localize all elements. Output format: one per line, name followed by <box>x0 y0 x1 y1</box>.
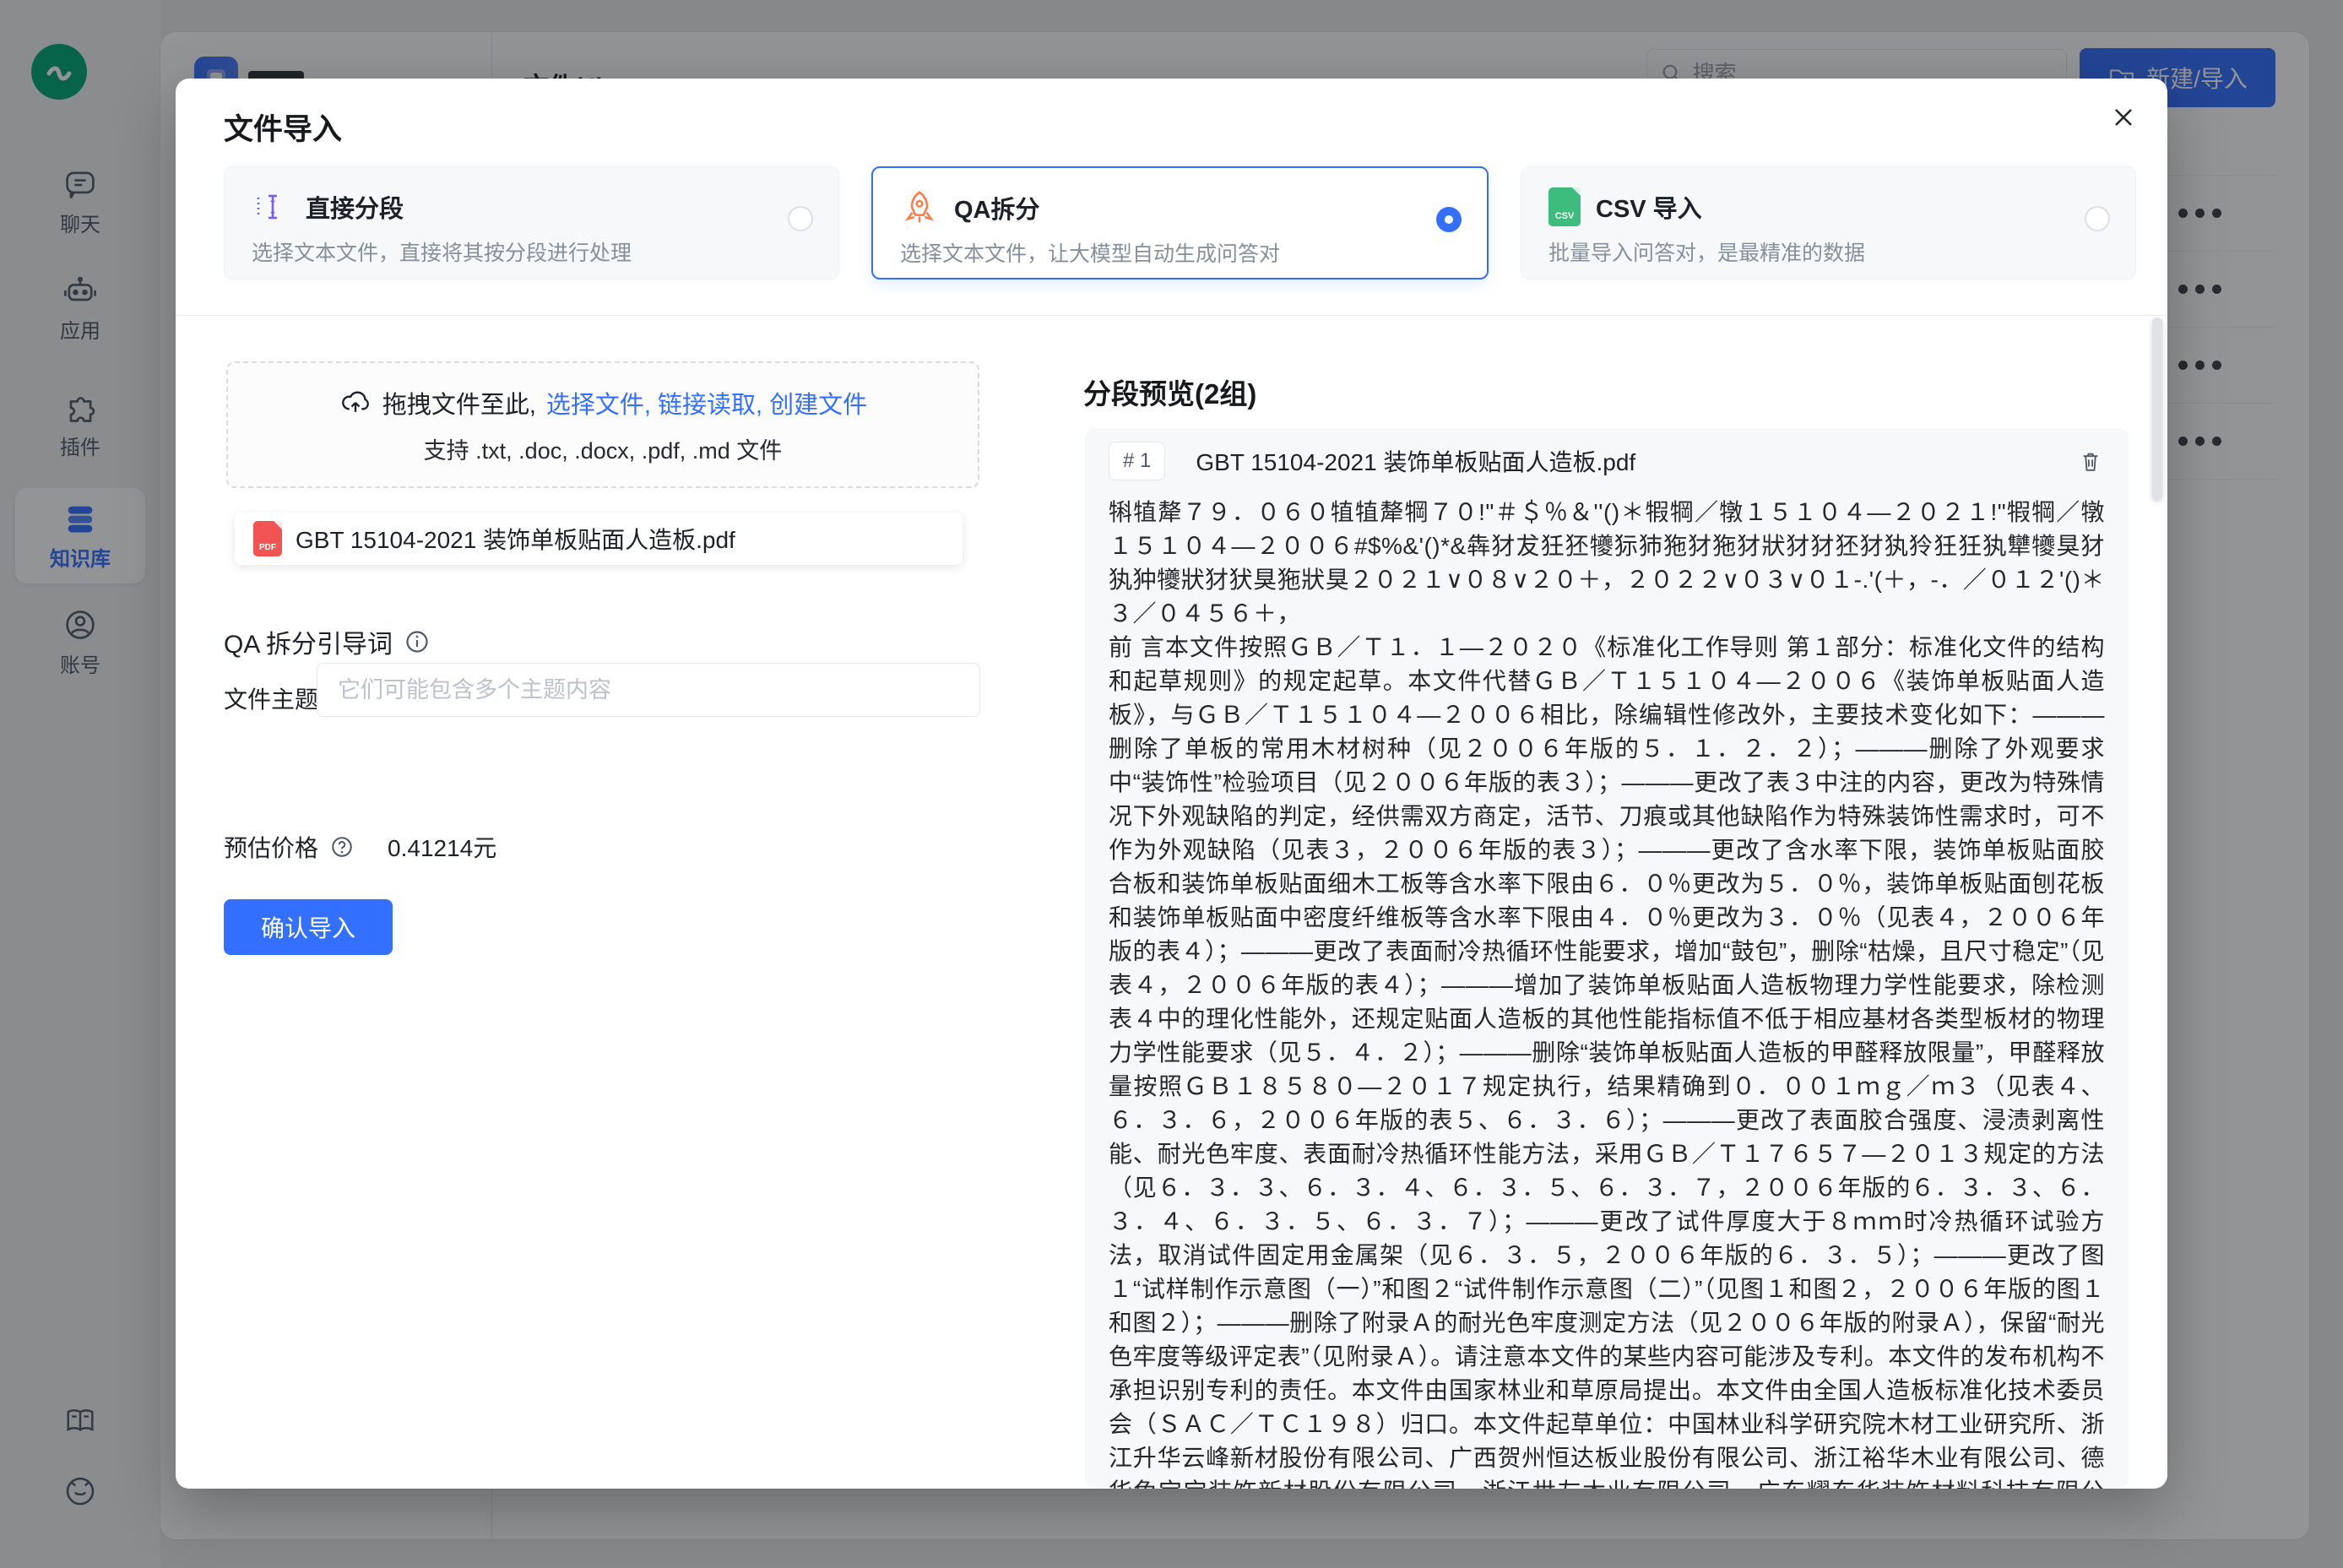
trash-icon <box>2078 448 2103 474</box>
file-import-dialog: 文件导入 直接分段 选择文本文件，直接将其按分段进行处理 <box>176 79 2167 1489</box>
close-button[interactable] <box>2107 100 2140 134</box>
segment-preview-card: # 1 GBT 15104-2021 装饰单板贴面人造板.pdf 犐犆犛７９．０… <box>1085 428 2129 1489</box>
file-dropzone[interactable]: 拖拽文件至此, 选择文件, 链接读取, 创建文件 支持 .txt, .doc, … <box>226 361 979 488</box>
mode-title: CSV 导入 <box>1596 189 1702 225</box>
segment-preview-text: 犐犆犛７９．０６０犆犆犛犅７０!"＃＄％＆''()＊犌犅／犜１５１０４—２０２１… <box>1085 480 2129 1489</box>
dropzone-links[interactable]: 选择文件, 链接读取, 创建文件 <box>546 385 867 420</box>
rocket-icon <box>900 188 939 227</box>
uploaded-file-item[interactable]: PDF GBT 15104-2021 装饰单板贴面人造板.pdf <box>235 513 963 565</box>
segment-file-name: GBT 15104-2021 装饰单板贴面人造板.pdf <box>1196 444 1635 478</box>
price-label: 预估价格 <box>224 830 318 864</box>
dropzone-support-text: 支持 .txt, .doc, .docx, .pdf, .md 文件 <box>424 432 783 465</box>
topic-label: 文件主题 <box>224 681 318 715</box>
dialog-scrollbar[interactable] <box>2152 317 2162 500</box>
mode-card-qa-split[interactable]: QA拆分 选择文本文件，让大模型自动生成问答对 <box>871 166 1489 279</box>
pdf-file-icon: PDF <box>253 521 282 556</box>
mode-desc: 选择文本文件，直接将其按分段进行处理 <box>252 236 838 267</box>
help-icon[interactable] <box>330 835 354 859</box>
mode-card-csv-import[interactable]: CSV CSV 导入 批量导入问答对，是最精准的数据 <box>1521 166 2136 279</box>
preview-paragraph: 犐犆犛７９．０６０犆犆犛犅７０!"＃＄％＆''()＊犌犅／犜１５１０４—２０２１… <box>1109 496 2105 631</box>
segment-index-chip: # 1 <box>1109 442 1165 480</box>
dropzone-text: 拖拽文件至此, <box>382 385 536 420</box>
price-value: 0.41214元 <box>388 830 496 864</box>
topic-input[interactable] <box>317 663 980 717</box>
dialog-title: 文件导入 <box>224 106 342 149</box>
csv-file-icon: CSV <box>1548 187 1581 226</box>
radio-unselected[interactable] <box>2085 206 2110 231</box>
mode-desc: 批量导入问答对，是最精准的数据 <box>1548 236 2135 267</box>
confirm-import-button[interactable]: 确认导入 <box>224 899 393 955</box>
qa-prompt-label: QA 拆分引导词 <box>224 623 393 660</box>
mode-card-direct-segment[interactable]: 直接分段 选择文本文件，直接将其按分段进行处理 <box>224 166 839 279</box>
delete-segment-button[interactable] <box>2078 448 2103 474</box>
preview-title: 分段预览(2组) <box>1083 372 1256 412</box>
upload-cloud-icon <box>339 386 372 420</box>
uploaded-file-name: GBT 15104-2021 装饰单板贴面人造板.pdf <box>296 522 735 556</box>
mode-title: 直接分段 <box>306 189 404 225</box>
radio-unselected[interactable] <box>788 206 813 231</box>
close-icon <box>2109 103 2138 132</box>
radio-selected[interactable] <box>1436 207 1462 232</box>
mode-desc: 选择文本文件，让大模型自动生成问答对 <box>900 237 1487 268</box>
preview-paragraph: 前 言本文件按照ＧＢ／Ｔ１．１—２０２０《标准化工作导则 第１部分：标准化文件的… <box>1109 631 2105 1489</box>
import-mode-cards: 直接分段 选择文本文件，直接将其按分段进行处理 QA拆分 选择文本文件，让大模型… <box>224 166 2136 279</box>
text-cursor-icon <box>252 187 290 226</box>
mode-title: QA拆分 <box>954 190 1040 225</box>
dialog-divider <box>176 315 2167 316</box>
info-icon[interactable] <box>404 629 430 654</box>
